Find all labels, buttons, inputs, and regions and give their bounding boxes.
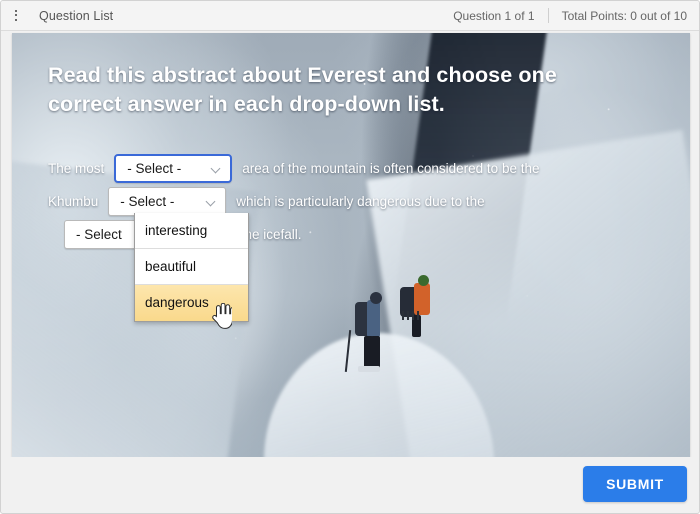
- quiz-window: Question List Question 1 of 1 Total Poin…: [0, 0, 700, 514]
- question-counter: Question 1 of 1: [453, 9, 534, 23]
- dropdown-option-interesting[interactable]: interesting: [135, 213, 248, 249]
- line1-text-after: area of the mountain is often considered…: [242, 161, 539, 176]
- select-2-value: - Select -: [120, 194, 174, 209]
- window-header: Question List Question 1 of 1 Total Poin…: [1, 1, 699, 31]
- line1-text-before: The most: [48, 161, 104, 176]
- question-line-2: Khumbu - Select - which is particularly da…: [48, 184, 485, 217]
- submit-button[interactable]: SUBMIT: [583, 466, 687, 502]
- select-dropdown-2[interactable]: - Select -: [108, 187, 226, 216]
- total-points: Total Points: 0 out of 10: [562, 9, 687, 23]
- select-1-value: - Select -: [127, 161, 181, 176]
- header-title: Question List: [39, 9, 113, 23]
- dropdown-option-dangerous[interactable]: dangerous: [135, 285, 248, 321]
- question-heading: Read this abstract about Everest and cho…: [48, 61, 628, 119]
- header-divider: [548, 8, 549, 23]
- chevron-down-icon: [207, 198, 216, 204]
- list-icon: [15, 10, 30, 22]
- header-status: Question 1 of 1 Total Points: 0 out of 1…: [453, 8, 687, 23]
- question-list-button[interactable]: Question List: [15, 9, 113, 23]
- question-line-1: The most - Select - area of the mountain i…: [48, 151, 539, 184]
- select-3-value: - Select: [76, 227, 122, 242]
- chevron-down-icon: [212, 165, 221, 171]
- select-dropdown-1[interactable]: - Select -: [114, 154, 232, 183]
- line2-text-before: Khumbu: [48, 194, 98, 209]
- line2-text-after: which is particularly dangerous due to t…: [236, 194, 484, 209]
- dropdown-option-beautiful[interactable]: beautiful: [135, 249, 248, 285]
- window-footer: SUBMIT: [2, 457, 698, 512]
- dropdown-options-list[interactable]: interesting beautiful dangerous: [134, 213, 249, 322]
- question-stage: Read this abstract about Everest and cho…: [12, 33, 690, 457]
- question-content: Read this abstract about Everest and cho…: [12, 33, 690, 457]
